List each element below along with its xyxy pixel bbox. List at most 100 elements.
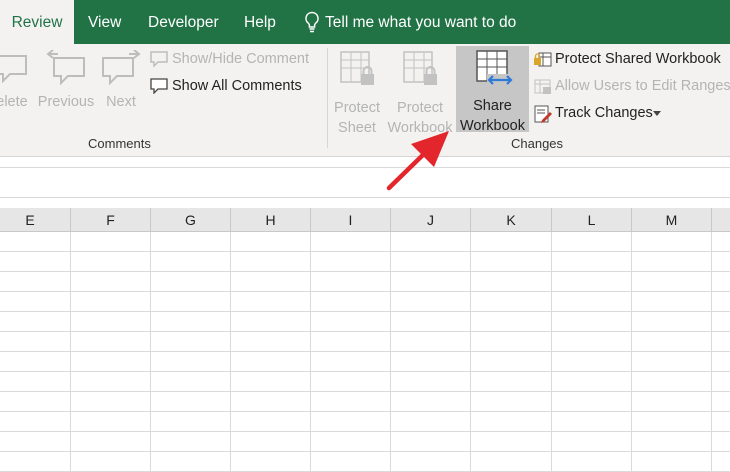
grid-cell[interactable]	[552, 232, 632, 252]
grid-cell[interactable]	[311, 412, 391, 432]
tab-review[interactable]: Review	[0, 0, 74, 44]
grid-cell[interactable]	[151, 252, 231, 272]
grid-cell[interactable]	[231, 272, 311, 292]
grid-cell[interactable]	[231, 332, 311, 352]
grid-cell[interactable]	[552, 372, 632, 392]
grid-cell[interactable]	[71, 232, 151, 252]
grid-cell[interactable]	[311, 352, 391, 372]
grid-cell[interactable]	[311, 372, 391, 392]
grid-cell[interactable]	[391, 292, 471, 312]
grid-cell[interactable]	[231, 372, 311, 392]
grid-cell[interactable]	[0, 312, 71, 332]
grid-cell[interactable]	[151, 432, 231, 452]
grid-cell[interactable]	[632, 452, 712, 472]
grid-cell[interactable]	[151, 292, 231, 312]
grid-cell[interactable]	[311, 452, 391, 472]
tab-developer[interactable]: Developer	[148, 0, 219, 44]
grid-cell[interactable]	[231, 252, 311, 272]
grid-cell[interactable]	[712, 272, 730, 292]
grid-cell[interactable]	[391, 432, 471, 452]
grid-cell[interactable]	[311, 292, 391, 312]
grid-cell[interactable]	[151, 272, 231, 292]
grid-cell[interactable]	[391, 232, 471, 252]
grid-cell[interactable]	[712, 392, 730, 412]
grid-cell[interactable]	[632, 392, 712, 412]
grid-cell[interactable]	[552, 292, 632, 312]
grid-cell[interactable]	[552, 352, 632, 372]
grid-cell[interactable]	[0, 372, 71, 392]
grid-cell[interactable]	[71, 392, 151, 412]
grid-cell[interactable]	[712, 312, 730, 332]
grid-cell[interactable]	[231, 232, 311, 252]
grid-cell[interactable]	[71, 452, 151, 472]
column-header-m[interactable]: M	[632, 208, 712, 232]
grid-cell[interactable]	[471, 312, 552, 332]
grid-cell[interactable]	[712, 452, 730, 472]
grid-cell[interactable]	[632, 232, 712, 252]
grid-cell[interactable]	[712, 292, 730, 312]
grid-cell[interactable]	[712, 412, 730, 432]
tell-me-search[interactable]: Tell me what you want to do	[304, 0, 524, 44]
grid-cell[interactable]	[632, 252, 712, 272]
column-header-f[interactable]: F	[71, 208, 151, 232]
grid-cell[interactable]	[712, 372, 730, 392]
share-workbook-button[interactable]: Share Workbook	[456, 46, 529, 134]
next-comment-button[interactable]: Next	[98, 50, 144, 112]
grid-cell[interactable]	[151, 412, 231, 432]
grid-cell[interactable]	[552, 332, 632, 352]
grid-cell[interactable]	[151, 312, 231, 332]
grid-cell[interactable]	[471, 372, 552, 392]
grid-cell[interactable]	[311, 232, 391, 252]
column-header-next[interactable]	[712, 208, 730, 232]
grid-cell[interactable]	[471, 452, 552, 472]
grid-cell[interactable]	[151, 392, 231, 412]
grid-cell[interactable]	[552, 392, 632, 412]
previous-comment-button[interactable]: Previous	[36, 50, 96, 112]
grid-cell[interactable]	[471, 412, 552, 432]
column-header-h[interactable]: H	[231, 208, 311, 232]
grid-cell[interactable]	[471, 432, 552, 452]
grid-cell[interactable]	[391, 352, 471, 372]
protect-workbook-button[interactable]: Protect Workbook	[385, 48, 455, 138]
grid-cell[interactable]	[71, 272, 151, 292]
grid-cell[interactable]	[0, 252, 71, 272]
grid-cell[interactable]	[471, 352, 552, 372]
grid-cell[interactable]	[71, 292, 151, 312]
grid-cell[interactable]	[311, 252, 391, 272]
grid-cell[interactable]	[0, 272, 71, 292]
column-header-l[interactable]: L	[552, 208, 632, 232]
grid-cell[interactable]	[391, 412, 471, 432]
grid-cell[interactable]	[311, 272, 391, 292]
grid-cell[interactable]	[552, 272, 632, 292]
grid-cell[interactable]	[391, 452, 471, 472]
grid-cell[interactable]	[712, 352, 730, 372]
grid-cell[interactable]	[471, 272, 552, 292]
grid-cell[interactable]	[471, 252, 552, 272]
grid-cell[interactable]	[311, 312, 391, 332]
grid-cell[interactable]	[311, 392, 391, 412]
grid-cell[interactable]	[552, 412, 632, 432]
grid-cell[interactable]	[552, 452, 632, 472]
grid-cell[interactable]	[632, 412, 712, 432]
grid-cell[interactable]	[632, 272, 712, 292]
grid-cell[interactable]	[231, 312, 311, 332]
delete-comment-button[interactable]: elete	[0, 50, 36, 112]
grid-cell[interactable]	[471, 392, 552, 412]
grid-cell[interactable]	[0, 352, 71, 372]
grid-cell[interactable]	[231, 432, 311, 452]
grid-cell[interactable]	[0, 392, 71, 412]
column-header-k[interactable]: K	[471, 208, 552, 232]
tab-help[interactable]: Help	[244, 0, 276, 44]
grid-cell[interactable]	[391, 372, 471, 392]
grid-cell[interactable]	[71, 412, 151, 432]
grid-cell[interactable]	[552, 432, 632, 452]
grid-cell[interactable]	[0, 332, 71, 352]
grid-cell[interactable]	[311, 332, 391, 352]
grid-cell[interactable]	[151, 452, 231, 472]
tab-view[interactable]: View	[88, 0, 121, 44]
grid-cell[interactable]	[231, 352, 311, 372]
grid-cell[interactable]	[0, 292, 71, 312]
grid-cell[interactable]	[151, 232, 231, 252]
grid-cell[interactable]	[0, 232, 71, 252]
grid-cell[interactable]	[0, 452, 71, 472]
